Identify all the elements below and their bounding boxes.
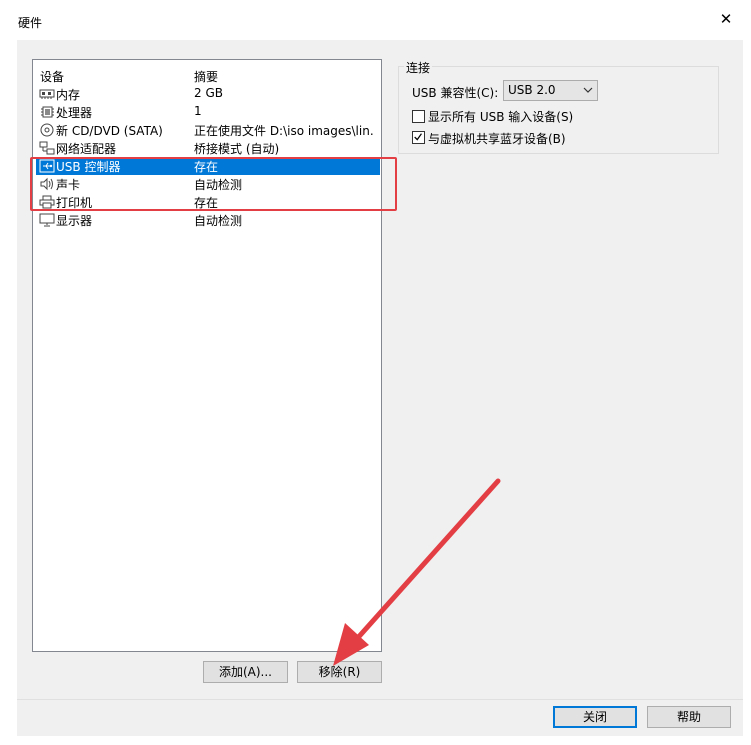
annotation-arrow-icon: [333, 478, 501, 666]
close-button[interactable]: 关闭: [553, 706, 637, 728]
footer-divider: [17, 699, 743, 700]
help-button[interactable]: 帮助: [647, 706, 731, 728]
